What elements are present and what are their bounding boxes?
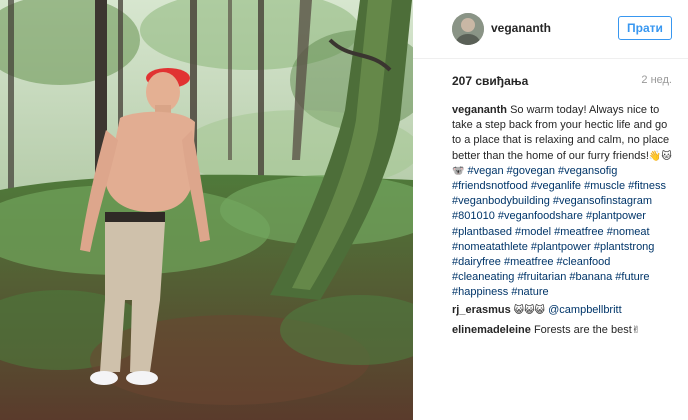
profile-avatar[interactable] [452, 13, 484, 45]
comment-emojis: 😺😺😺 [513, 305, 546, 316]
likes-count[interactable]: 207 свиђања [452, 74, 528, 88]
comment-username[interactable]: rj_erasmus [452, 304, 511, 316]
post-caption: vegananth So warm today! Always nice to … [452, 103, 674, 301]
forest-photo-image [0, 0, 413, 420]
post-photo[interactable] [0, 0, 413, 420]
comment-username[interactable]: elinemadeleine [452, 324, 531, 336]
comment-item: rj_erasmus 😺😺😺 @campbellbritt [452, 303, 674, 318]
comment-mention[interactable]: @campbellbritt [548, 304, 622, 316]
comment-text: Forests are the best [533, 324, 632, 336]
post-header: vegananth Прати [413, 0, 688, 59]
comment-item: elinemadeleine Forests are the best✌ [452, 323, 674, 338]
caption-author[interactable]: vegananth [452, 104, 507, 116]
post-timestamp[interactable]: 2 нед. [641, 74, 672, 86]
post-username[interactable]: vegananth [491, 21, 551, 35]
caption-hashtags[interactable]: #vegan #govegan #vegansofig #friendsnotf… [452, 165, 666, 299]
follow-button[interactable]: Прати [618, 16, 672, 40]
post-meta: 207 свиђања 2 нед. [452, 74, 672, 90]
comment-emojis: ✌ [631, 325, 641, 336]
post-sidebar: vegananth Прати 207 свиђања 2 нед. vegan… [413, 0, 688, 420]
avatar-icon [452, 13, 484, 45]
